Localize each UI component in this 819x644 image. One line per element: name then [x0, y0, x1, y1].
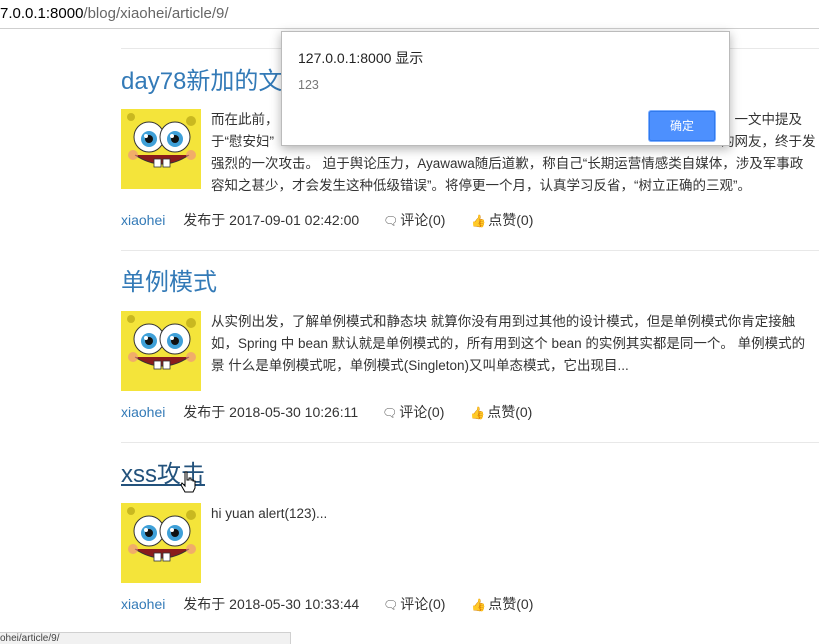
hand-cursor-icon — [180, 471, 196, 493]
avatar — [121, 503, 201, 583]
alert-ok-button[interactable]: 确定 — [649, 111, 715, 141]
publish-date: 发布于 2018-05-30 10:33:44 — [183, 596, 360, 612]
article-meta: xiaohei 发布于 2018-05-30 10:33:44 🗨 评论(0) 👍… — [121, 594, 533, 615]
comments-count: 评论(0) — [400, 212, 446, 228]
likes-count: 点赞(0) — [488, 212, 534, 228]
excerpt-line: 景 什么是单例模式呢，单例模式(Singleton)又叫单态模式，它出现目... — [211, 358, 629, 373]
article-title[interactable]: 单例模式 — [121, 267, 819, 299]
avatar — [121, 109, 201, 189]
publish-date: 发布于 2017-09-01 02:42:00 — [183, 212, 360, 228]
address-bar[interactable]: 7.0.0.1:8000/blog/xiaohei/article/9/ — [0, 0, 819, 29]
comments-link[interactable]: 🗨 评论(0) — [383, 596, 445, 612]
divider — [121, 442, 819, 443]
alert-dialog: 127.0.0.1:8000 显示 123 确定 — [281, 31, 730, 146]
likes-link[interactable]: 👍 点赞(0) — [471, 212, 533, 228]
thumbs-up-icon: 👍 — [470, 406, 486, 420]
author-link[interactable]: xiaohei — [121, 212, 165, 228]
comment-icon: 🗨 — [382, 406, 398, 420]
article-excerpt-right: 》一文中提及 的网友，终于发 — [721, 109, 819, 153]
comments-count: 评论(0) — [399, 404, 445, 420]
excerpt-line: 如，Spring 中 bean 默认就是单例模式的，所有用到这个 bean 的实… — [211, 336, 806, 351]
article-meta: xiaohei 发布于 2017-09-01 02:42:00 🗨 评论(0) 👍… — [121, 210, 533, 231]
likes-count: 点赞(0) — [487, 404, 533, 420]
url-path: /blog/xiaohei/article/9/ — [83, 5, 229, 22]
status-url: ohei/article/9/ — [0, 633, 60, 644]
article-meta: xiaohei 发布于 2018-05-30 10:26:11 🗨 评论(0) 👍… — [121, 402, 532, 423]
excerpt-line: 》一文中提及 — [721, 112, 802, 127]
alert-title: 127.0.0.1:8000 显示 — [298, 50, 424, 66]
comment-icon: 🗨 — [383, 214, 399, 228]
comments-count: 评论(0) — [400, 596, 446, 612]
article-excerpt: hi yuan alert(123)... — [211, 503, 819, 525]
divider — [121, 250, 819, 251]
article-title[interactable]: xss攻击 — [121, 459, 819, 491]
thumbs-up-icon: 👍 — [471, 598, 487, 612]
publish-date: 发布于 2018-05-30 10:26:11 — [183, 404, 359, 420]
author-link[interactable]: xiaohei — [121, 596, 165, 612]
article-card: 单例模式 从实例出发，了解单例模式和静态块 就算你没有用到过其他的设计模式，但是… — [121, 267, 819, 427]
url-host: 7.0.0.1:8000 — [0, 5, 84, 22]
comments-link[interactable]: 🗨 评论(0) — [382, 404, 444, 420]
author-link[interactable]: xiaohei — [121, 404, 165, 420]
comments-link[interactable]: 🗨 评论(0) — [383, 212, 445, 228]
likes-link[interactable]: 👍 点赞(0) — [471, 596, 533, 612]
avatar — [121, 311, 201, 391]
comment-icon: 🗨 — [383, 598, 399, 612]
likes-count: 点赞(0) — [488, 596, 534, 612]
thumbs-up-icon: 👍 — [471, 214, 487, 228]
status-bar: ohei/article/9/ — [0, 632, 291, 644]
article-card: xss攻击 hi yuan alert(123)... xiaohei 发布于 … — [121, 459, 819, 619]
article-excerpt: 从实例出发，了解单例模式和静态块 就算你没有用到过其他的设计模式，但是单例模式你… — [211, 311, 819, 377]
excerpt-line: 的网友，终于发 — [721, 134, 816, 149]
excerpt-line: 容知之甚少，才会发生这种低级错误”。将停更一个月，认真学习反省，“树立正确的三观… — [211, 178, 751, 193]
likes-link[interactable]: 👍 点赞(0) — [470, 404, 532, 420]
excerpt-line: 从实例出发，了解单例模式和静态块 就算你没有用到过其他的设计模式，但是单例模式你… — [211, 314, 796, 329]
excerpt-line: hi yuan alert(123)... — [211, 506, 328, 521]
excerpt-line: 强烈的一次攻击。 迫于舆论压力，Ayawawa随后道歉，称自己“长期运营情感类自… — [211, 156, 804, 171]
alert-message: 123 — [298, 78, 319, 92]
